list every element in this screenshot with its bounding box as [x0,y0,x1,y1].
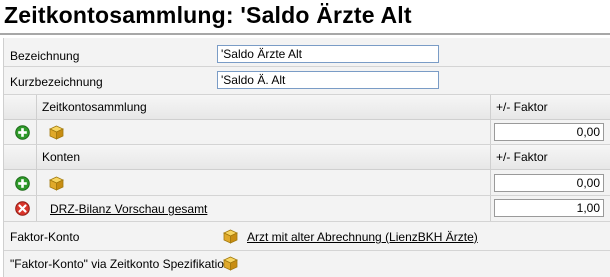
faktor-konto-link[interactable]: Arzt mit alter Abrechnung (LienzBKH Ärzt… [247,230,478,244]
konten-row-link[interactable]: DRZ-Bilanz Vorschau gesamt [50,202,207,216]
bezeichnung-input[interactable] [217,45,439,63]
faktor-konto-spec-select-button[interactable] [220,253,240,273]
yellow-box-icon [48,125,64,140]
zeitkontosammlung-header: Zeitkontosammlung +/- Faktor [4,95,610,120]
add-button[interactable] [12,122,32,142]
add-button[interactable] [12,173,32,193]
column-divider [490,145,491,169]
yellow-box-icon [48,176,64,191]
konten-header: Konten +/- Faktor [4,145,610,170]
remove-button[interactable] [12,198,32,218]
faktor-konto-row: Faktor-Konto Arzt mit alter Abrechnung (… [4,222,610,251]
column-divider [36,95,37,119]
konten-factor-input[interactable] [494,174,604,192]
konten-column-header: Konten [42,150,81,164]
zeitkontosammlung-column-header: Zeitkontosammlung [42,100,147,114]
faktor-konto-spec-row: "Faktor-Konto" via Zeitkonto Spezifikati… [4,251,610,277]
add-icon [14,175,30,191]
konten-new-row [4,170,610,196]
column-divider [36,120,37,144]
yellow-box-icon [222,256,238,271]
column-divider [490,170,491,195]
faktor-konto-label: Faktor-Konto [10,230,80,244]
zeitkontosammlung-select-button[interactable] [46,122,66,142]
remove-icon [14,200,30,216]
zeitkontosammlung-factor-header: +/- Faktor [496,100,548,114]
column-divider [36,196,37,221]
form-panel: Bezeichnung Kurzbezeichnung Zeitkontosam… [3,38,610,277]
bezeichnung-row: Bezeichnung [4,38,610,67]
column-divider [36,170,37,195]
zeitkontosammlung-new-row [4,120,610,145]
kurzbezeichnung-label: Kurzbezeichnung [10,75,103,89]
kurzbezeichnung-row: Kurzbezeichnung [4,67,610,95]
konten-row-factor-input[interactable] [494,199,604,217]
table-row: DRZ-Bilanz Vorschau gesamt [4,196,610,222]
column-divider [490,120,491,144]
kurzbezeichnung-input[interactable] [217,71,439,89]
konten-factor-header: +/- Faktor [496,150,548,164]
konten-select-button[interactable] [46,173,66,193]
faktor-konto-select-button[interactable] [220,226,240,246]
add-icon [14,124,30,140]
column-divider [36,145,37,169]
faktor-konto-spec-label: "Faktor-Konto" via Zeitkonto Spezifikati… [10,257,231,271]
column-divider [490,196,491,221]
page-title: Zeitkontosammlung: 'Saldo Ärzte Alt [4,2,412,28]
bezeichnung-label: Bezeichnung [10,49,80,63]
yellow-box-icon [222,229,238,244]
column-divider [490,95,491,119]
zeitkontosammlung-factor-input[interactable] [494,123,604,141]
title-divider [0,33,610,35]
